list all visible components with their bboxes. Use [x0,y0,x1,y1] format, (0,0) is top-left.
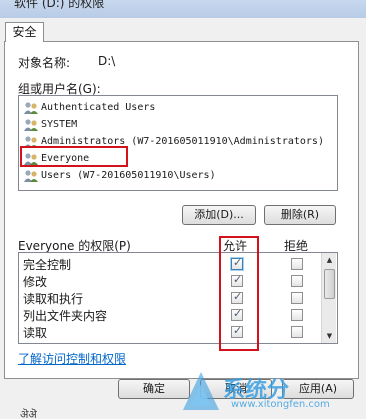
permissions-table: 完全控制 修改 读取和执行 列出文件夹内容 读取 [18,252,338,344]
allow-column-highlight-box [219,236,259,351]
scroll-thumb[interactable] [324,269,335,299]
user-group-icon [24,101,38,114]
remove-button[interactable]: 删除(R) [264,205,336,225]
deny-checkbox[interactable] [291,275,303,287]
object-name-label: 对象名称: [18,56,71,70]
deny-checkbox[interactable] [291,258,303,270]
user-group-icon [24,169,38,182]
title-bar[interactable]: 软件 (D:) 的权限 [0,0,366,18]
object-name-value: D:\ [98,54,116,68]
permission-row: 读取 [23,326,48,340]
principal-name: Users (W7-201605011910\Users) [41,170,216,181]
scroll-down-arrow-icon[interactable]: ▼ [323,330,336,342]
ok-button[interactable]: 确定 [118,379,190,399]
tab-security[interactable]: 安全 [5,22,44,42]
principal-item[interactable]: Authenticated Users [23,99,155,116]
learn-access-control-link[interactable]: 了解访问控制和权限 [18,350,126,367]
cancel-button[interactable]: 取消 [200,379,272,399]
permission-row: 读取和执行 [23,292,84,306]
everyone-highlight-box [20,146,128,167]
add-button[interactable]: 添加(D)... [182,205,256,225]
permission-row: 列出文件夹内容 [23,309,108,323]
permissions-scrollbar[interactable]: ▲ ▼ [321,253,336,343]
partial-footer-text: ऄऄ [20,408,37,419]
principal-name: SYSTEM [41,119,78,130]
permission-row: 完全控制 [23,258,72,272]
principal-item[interactable]: SYSTEM [23,116,77,133]
principal-item[interactable]: Users (W7-201605011910\Users) [23,167,216,184]
apply-button[interactable]: 应用(A) [282,379,354,399]
deny-checkbox[interactable] [291,326,303,338]
principal-list[interactable]: Authenticated Users SYSTEM Administrator… [18,95,338,191]
user-group-icon [24,118,38,131]
permission-row: 修改 [23,275,48,289]
window-title: 软件 (D:) 的权限 [14,0,105,10]
deny-checkbox[interactable] [291,309,303,321]
deny-checkbox[interactable] [291,292,303,304]
scroll-up-arrow-icon[interactable]: ▲ [323,254,336,266]
principal-name: Authenticated Users [41,102,156,113]
